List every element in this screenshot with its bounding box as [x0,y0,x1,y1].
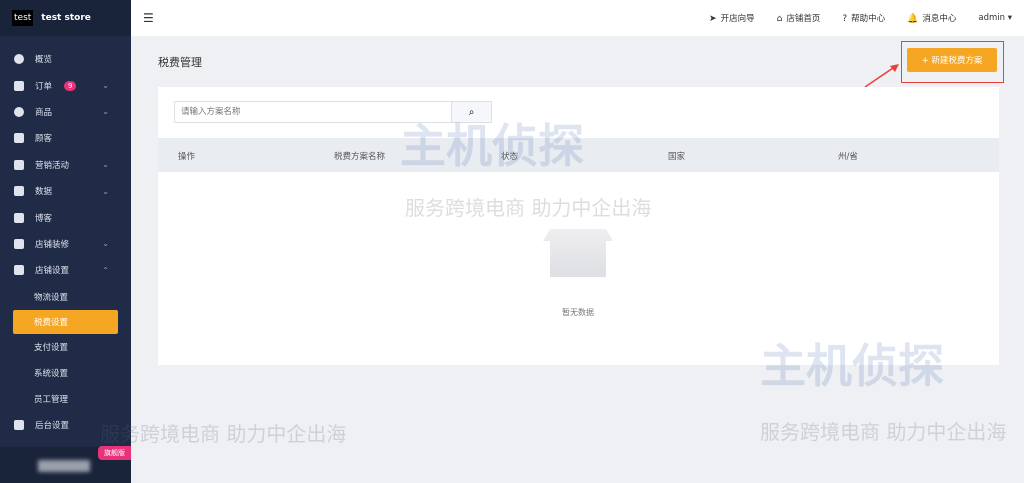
order-count-badge: 9 [64,80,77,91]
search-button[interactable]: ⌕ [452,101,492,123]
label: 店铺装修 [35,239,70,250]
chevron-down-icon: ⌄ [102,81,109,91]
paint-icon [14,238,24,249]
order-icon [14,80,24,91]
plan-name-search-input[interactable] [174,101,452,123]
admin-settings-icon [14,419,24,430]
label: 概览 [35,55,53,66]
label: 营销活动 [35,160,70,171]
sidebar-item-orders[interactable]: 订单 9 ⌄ [0,72,131,98]
sidebar-item-admin-settings[interactable]: 后台设置 [0,412,131,438]
home-icon: ⌂ [776,14,783,24]
new-tax-plan-button[interactable]: + 新建税费方案 [907,48,997,72]
column-country: 国家 [668,152,686,162]
column-status: 状态 [501,152,519,162]
chevron-down-icon: ⌄ [102,186,109,196]
chevron-up-icon: ⌃ [102,265,109,275]
user-menu[interactable]: admin ▾ [978,13,1012,23]
label: 博客 [35,213,53,224]
sidebar-subitem-system[interactable]: 系统设置 [0,360,131,386]
chevron-down-icon: ⌄ [102,107,109,117]
sidebar-item-decoration[interactable]: 店铺装修 ⌄ [0,231,131,257]
account-footer[interactable]: 旗舰版 [0,446,131,483]
column-state: 州/省 [838,152,858,162]
empty-text: 暂无数据 [562,308,594,317]
label: 后台设置 [35,420,70,431]
plan-badge: 旗舰版 [98,446,131,460]
menu-toggle-icon[interactable]: ☰ [143,11,154,25]
tag-icon [14,159,24,170]
paper-plane-icon: ➤ [709,14,717,24]
caret-down-icon: ▾ [1007,13,1012,23]
store-settings-icon [14,265,24,276]
column-plan-name: 税费方案名称 [334,152,386,162]
empty-state: 暂无数据 [528,217,628,318]
label: 店铺首页 [786,14,821,24]
messages-link[interactable]: 🔔 消息中心 [907,12,956,24]
bell-icon: 🔔 [907,14,919,24]
search-bar: ⌕ [174,101,492,123]
sidebar-item-overview[interactable]: 概览 [0,46,131,72]
label: 消息中心 [922,14,957,24]
chevron-down-icon: ⌄ [102,239,109,249]
sidebar-item-blog[interactable]: 博客 [0,204,131,230]
blog-icon [14,212,24,223]
sidebar: test test store 概览 订单 9 ⌄ 商品 ⌄ 顾客 营销活动 ⌄ 数据 ⌄… [0,0,131,483]
empty-box-icon [543,229,613,277]
label: 店铺设置 [35,266,70,277]
chart-icon [14,186,24,197]
brand: test test store [0,0,131,36]
dashboard-icon [14,54,24,65]
blurred-account-name [38,460,90,472]
setup-guide-link[interactable]: ➤ 开店向导 [709,12,755,24]
sidebar-item-store-settings[interactable]: 店铺设置 ⌃ [0,257,131,283]
watermark-slogan: 服务跨境电商 助力中企出海 [760,420,1007,444]
chevron-down-icon: ⌄ [102,160,109,170]
label: 开店向导 [720,14,755,24]
label: 订单 [35,81,53,92]
store-home-link[interactable]: ⌂ 店铺首页 [777,12,821,24]
label: 数据 [35,187,53,198]
help-icon: ? [842,14,848,24]
sidebar-item-marketing[interactable]: 营销活动 ⌄ [0,152,131,178]
help-center-link[interactable]: ? 帮助中心 [842,12,885,24]
username: admin [978,13,1006,23]
product-icon [14,106,24,117]
sidebar-item-customers[interactable]: 顾客 [0,125,131,151]
sidebar-subitem-tax[interactable]: 税费设置 [13,309,118,334]
sidebar-item-data[interactable]: 数据 ⌄ [0,178,131,204]
label: 商品 [35,107,53,118]
tax-plan-panel: ⌕ 操作 税费方案名称 状态 国家 州/省 暂无数据 [158,87,999,365]
sidebar-item-products[interactable]: 商品 ⌄ [0,99,131,125]
top-bar: ☰ ➤ 开店向导 ⌂ 店铺首页 ? 帮助中心 🔔 消息中心 admin ▾ [131,0,1024,36]
sidebar-subitem-staff[interactable]: 员工管理 [0,386,131,412]
annotation-arrow-icon [864,64,899,88]
watermark-slogan: 服务跨境电商 助力中企出海 [100,422,347,446]
column-actions: 操作 [178,152,196,162]
store-logo: test [12,10,34,26]
store-name: test store [41,13,91,23]
sidebar-subitem-shipping[interactable]: 物流设置 [0,284,131,310]
user-icon [14,133,24,144]
table-header: 操作 税费方案名称 状态 国家 州/省 [158,138,999,172]
sidebar-subitem-payment[interactable]: 支付设置 [0,334,131,360]
page-title: 税费管理 [158,56,202,69]
label: 顾客 [35,134,53,145]
label: 帮助中心 [851,14,886,24]
